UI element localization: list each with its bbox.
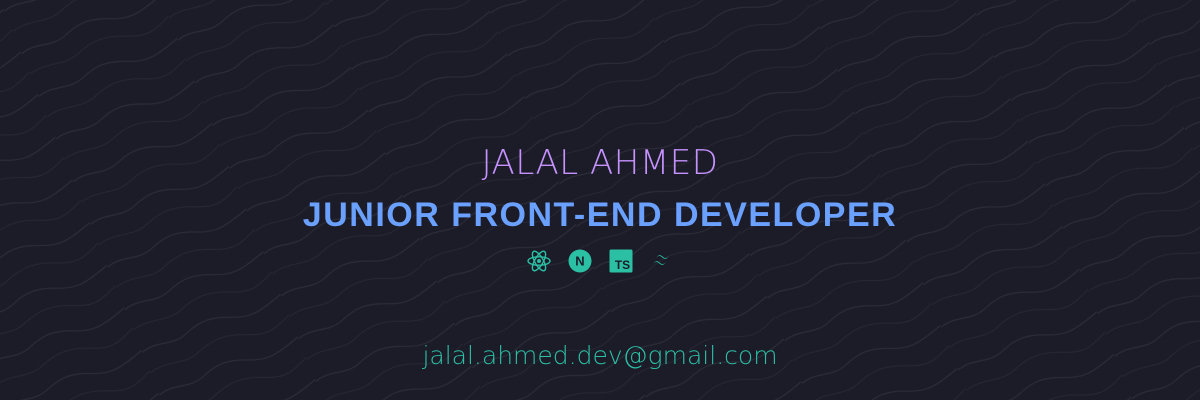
tech-stack-icons: N TS	[0, 248, 1200, 274]
tailwind-icon	[649, 248, 675, 274]
nextjs-icon: N	[567, 248, 593, 274]
name-title: JALAL AHMED	[481, 143, 719, 183]
job-title: JUNIOR FRONT-END DEVELOPER	[302, 196, 898, 234]
banner-content: JALAL AHMED JUNIOR FRONT-END DEVELOPER N	[0, 0, 1200, 400]
profile-banner: JALAL AHMED JUNIOR FRONT-END DEVELOPER N	[0, 0, 1200, 400]
email-address[interactable]: jalal.ahmed.dev@gmail.com	[0, 338, 1200, 374]
typescript-badge-text: TS	[614, 258, 629, 272]
react-icon	[526, 248, 552, 274]
typescript-icon: TS	[608, 248, 634, 274]
nextjs-badge-letter: N	[575, 254, 584, 269]
